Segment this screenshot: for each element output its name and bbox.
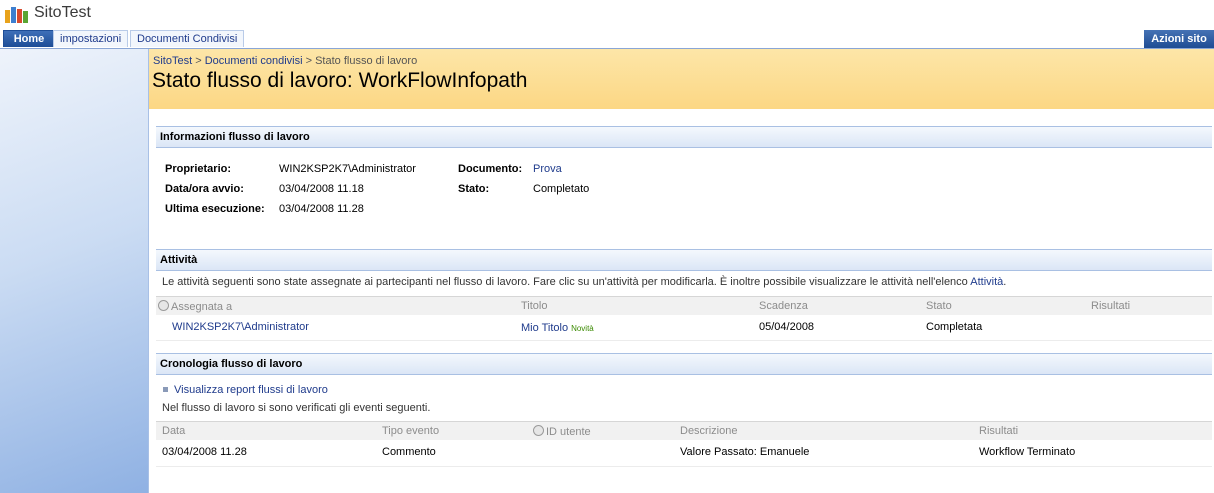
activities-list-link[interactable]: Attività [970, 276, 1003, 288]
breadcrumb-separator: > [195, 55, 202, 67]
activities-description-text: Le attività seguenti sono state assegnat… [162, 276, 968, 288]
page-header-banner: SitoTest > Documenti condivisi > Stato f… [149, 49, 1214, 109]
history-column-header: Data Tipo evento ID utente Descrizione R… [156, 421, 1212, 440]
col-user-id-label: ID utente [546, 426, 591, 438]
history-description: Nel flusso di lavoro si sono verificati … [162, 402, 431, 414]
col-results[interactable]: Risultati [1091, 300, 1130, 312]
history-event-type: Commento [382, 446, 436, 458]
tab-documenti-condivisi[interactable]: Documenti Condivisi [130, 30, 245, 47]
activities-heading: Attività [160, 254, 198, 266]
breadcrumb-sitotest[interactable]: SitoTest [153, 55, 192, 67]
breadcrumb-current: Stato flusso di lavoro [315, 55, 418, 67]
breadcrumb: SitoTest > Documenti condivisi > Stato f… [153, 55, 417, 67]
history-section-header: Cronologia flusso di lavoro [156, 353, 1212, 375]
document-link[interactable]: Prova [533, 163, 562, 175]
bullet-icon [163, 387, 168, 392]
activity-due: 05/04/2008 [759, 321, 815, 333]
last-run-value: 03/04/2008 11.28 [279, 203, 364, 215]
select-all-radio-icon[interactable] [158, 300, 169, 311]
activities-description-end: . [1003, 276, 1007, 288]
start-label: Data/ora avvio: [165, 183, 244, 195]
history-result: Workflow Terminato [979, 446, 1076, 458]
activity-assigned-link[interactable]: WIN2KSP2K7\Administrator [172, 321, 309, 333]
col-date[interactable]: Data [162, 425, 185, 437]
start-value: 03/04/2008 11.18 [279, 183, 364, 195]
history-date: 03/04/2008 11.28 [162, 446, 247, 458]
site-header: SitoTest [0, 0, 1214, 28]
col-state[interactable]: Stato [926, 300, 952, 312]
state-label: Stato: [458, 183, 490, 195]
owner-label: Proprietario: [165, 163, 232, 175]
report-link-line: Visualizza report flussi di lavoro [163, 384, 328, 396]
left-navigation [0, 49, 149, 493]
col-due[interactable]: Scadenza [759, 300, 808, 312]
info-heading: Informazioni flusso di lavoro [160, 131, 310, 143]
site-actions-button[interactable]: Azioni sito [1144, 30, 1214, 48]
sharepoint-logo-icon [5, 7, 28, 23]
col-description[interactable]: Descrizione [680, 425, 737, 437]
row-divider [156, 340, 1212, 341]
top-nav-tabs: Home impostazioni Documenti Condivisi [0, 28, 1214, 49]
user-id-radio-icon[interactable] [533, 425, 544, 436]
site-title[interactable]: SitoTest [34, 4, 91, 22]
activity-title[interactable]: Mio Titolo Novità [521, 322, 594, 334]
history-heading: Cronologia flusso di lavoro [160, 358, 303, 370]
activity-state: Completata [926, 321, 983, 333]
owner-value: WIN2KSP2K7\Administrator [279, 163, 416, 175]
row-divider [156, 466, 1212, 467]
new-badge: Novità [571, 324, 594, 333]
col-title[interactable]: Titolo [521, 300, 548, 312]
document-label: Documento: [458, 163, 523, 175]
activity-title-link[interactable]: Mio Titolo [521, 322, 568, 334]
view-workflow-report-link[interactable]: Visualizza report flussi di lavoro [174, 384, 328, 396]
page-title: Stato flusso di lavoro: WorkFlowInfopath [152, 69, 528, 92]
tab-impostazioni[interactable]: impostazioni [53, 30, 129, 47]
activities-section-header: Attività [156, 249, 1212, 271]
col-assigned[interactable]: Assegnata a [158, 300, 232, 313]
last-run-label: Ultima esecuzione: [165, 203, 265, 215]
info-section-header: Informazioni flusso di lavoro [156, 126, 1212, 148]
breadcrumb-separator: > [305, 55, 313, 67]
col-user-id[interactable]: ID utente [533, 425, 591, 438]
tab-home[interactable]: Home [3, 30, 55, 47]
col-event-type[interactable]: Tipo evento [382, 425, 439, 437]
col-assigned-label: Assegnata a [171, 301, 233, 313]
activities-description: Le attività seguenti sono state assegnat… [162, 276, 1006, 288]
history-description-value: Valore Passato: Emanuele [680, 446, 810, 458]
breadcrumb-documenti-condivisi[interactable]: Documenti condivisi [205, 55, 303, 67]
state-value: Completato [533, 183, 590, 195]
activities-column-header: Assegnata a Titolo Scadenza Stato Risult… [156, 296, 1212, 315]
col-history-results[interactable]: Risultati [979, 425, 1018, 437]
